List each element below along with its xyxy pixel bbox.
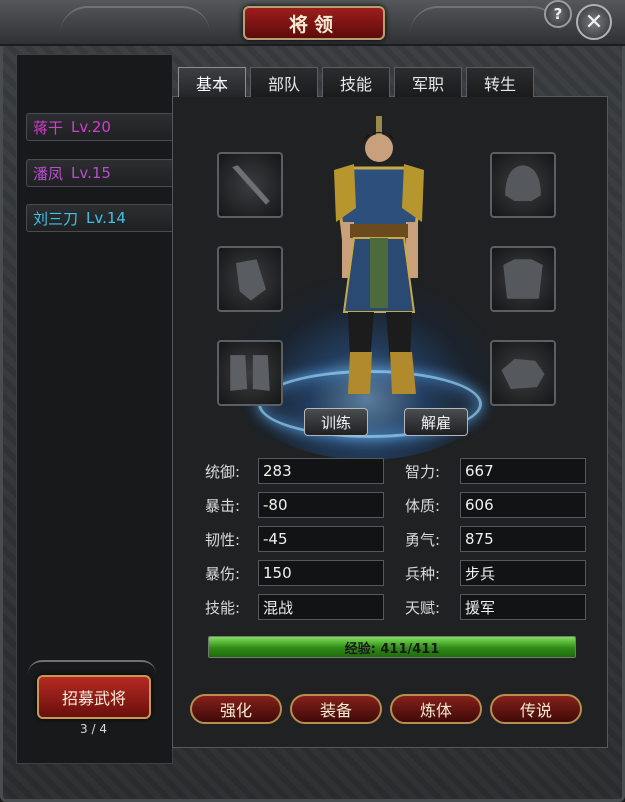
stat-value: 步兵 [460, 560, 586, 586]
stat-value: -80 [258, 492, 384, 518]
stat-value: 875 [460, 526, 586, 552]
armor-icon [503, 259, 543, 299]
experience-text: 经验: 411/411 [344, 641, 440, 657]
weapon-slot[interactable] [217, 152, 283, 218]
tab-rank[interactable]: 军职 [394, 67, 462, 97]
stat-label: 统御: [205, 462, 241, 481]
recruit-general-button[interactable]: 招募武将 [37, 675, 151, 719]
general-level: Lv.14 [86, 209, 126, 227]
window-title: 将领 [243, 6, 385, 40]
mount-icon [501, 358, 545, 389]
general-level: Lv.15 [71, 164, 111, 182]
tab-basic[interactable]: 基本 [178, 67, 246, 97]
tab-troops[interactable]: 部队 [250, 67, 318, 97]
general-name: 蒋干 [33, 118, 64, 137]
help-button[interactable]: ? [544, 0, 572, 28]
stat-label: 技能: [205, 598, 241, 617]
general-level: Lv.20 [71, 118, 111, 136]
mount-slot[interactable] [490, 340, 556, 406]
general-name: 潘凤 [33, 164, 64, 183]
experience-bar: 经验: 411/411 [208, 636, 576, 658]
close-button[interactable]: ✕ [576, 4, 612, 40]
stat-value: 150 [258, 560, 384, 586]
stat-value: 援军 [460, 594, 586, 620]
refine-body-button[interactable]: 炼体 [390, 694, 482, 724]
stat-value: 606 [460, 492, 586, 518]
train-button[interactable]: 训练 [304, 408, 368, 436]
armguard-slot[interactable] [217, 246, 283, 312]
question-icon: ? [553, 5, 563, 23]
tab-skills[interactable]: 技能 [322, 67, 390, 97]
stat-value: 283 [258, 458, 384, 484]
stat-label: 智力: [405, 462, 441, 481]
close-icon: ✕ [584, 9, 604, 35]
helmet-slot[interactable] [490, 152, 556, 218]
boots-icon [230, 355, 270, 391]
general-name: 刘三刀 [33, 209, 79, 228]
stat-label: 体质: [405, 496, 441, 515]
page-indicator: 3 / 4 [80, 722, 107, 736]
tab-rebirth[interactable]: 转生 [466, 67, 534, 97]
stat-label: 天赋: [405, 598, 441, 617]
legend-button[interactable]: 传说 [490, 694, 582, 724]
general-list-item[interactable]: 蒋干 Lv.20 [26, 113, 176, 141]
equip-button[interactable]: 装备 [290, 694, 382, 724]
boots-slot[interactable] [217, 340, 283, 406]
stat-value: 667 [460, 458, 586, 484]
weapon-icon [232, 165, 270, 205]
armguard-icon [235, 259, 266, 301]
helmet-icon [505, 165, 541, 201]
dismiss-button[interactable]: 解雇 [404, 408, 468, 436]
enhance-button[interactable]: 强化 [190, 694, 282, 724]
stat-label: 暴伤: [205, 564, 241, 583]
title-ornament-left [60, 6, 210, 34]
stat-value: 混战 [258, 594, 384, 620]
general-portrait [334, 116, 424, 394]
stat-label: 暴击: [205, 496, 241, 515]
stat-label: 兵种: [405, 564, 441, 583]
armor-slot[interactable] [490, 246, 556, 312]
stat-value: -45 [258, 526, 384, 552]
stat-label: 韧性: [205, 530, 241, 549]
general-list-item[interactable]: 潘凤 Lv.15 [26, 159, 176, 187]
title-ornament-right [410, 6, 560, 34]
stat-label: 勇气: [405, 530, 441, 549]
recruit-ornament [28, 660, 156, 676]
general-list-item[interactable]: 刘三刀 Lv.14 [26, 204, 176, 232]
